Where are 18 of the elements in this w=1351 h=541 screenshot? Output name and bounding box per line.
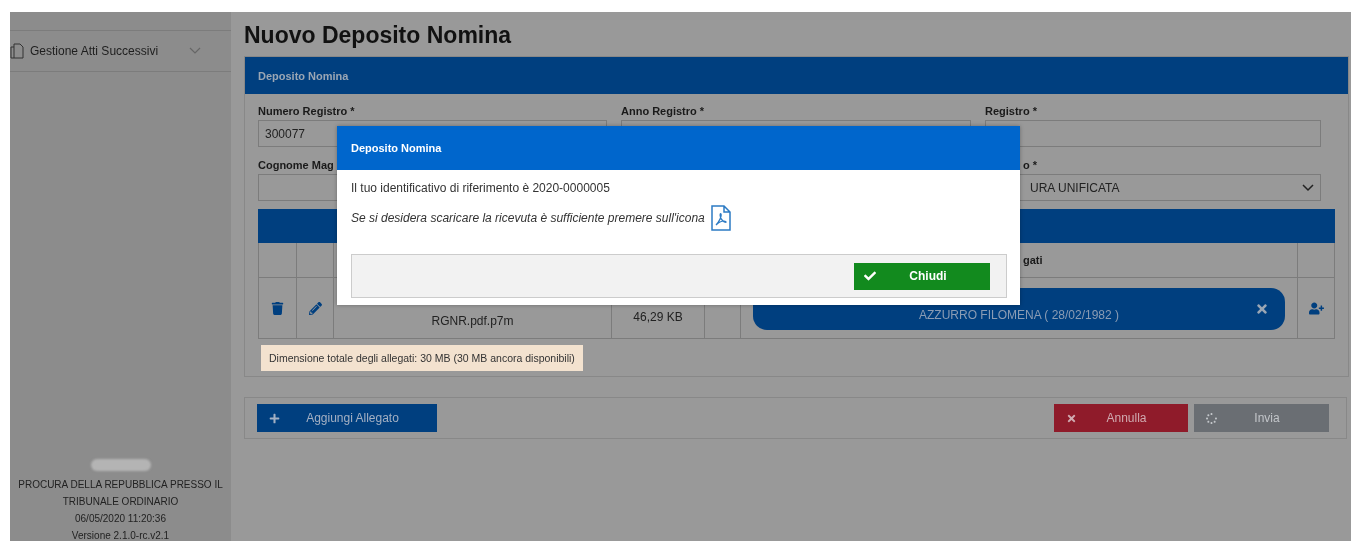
field-label: Registro * <box>985 105 1037 118</box>
file-size: 46,29 KB <box>633 310 683 324</box>
field-label: Numero Registro * <box>258 105 355 118</box>
file-name: RGNR.pdf.p7m <box>431 314 514 328</box>
footer-text: 06/05/2020 11:20:36 <box>75 513 166 524</box>
dialog-message: Il tuo identificativo di riferimento è 2020-0000005 <box>351 181 611 195</box>
column-header: gati <box>1023 254 1043 266</box>
footer-text: Versione 2.1.0-rc.v2.1 <box>71 530 170 541</box>
dialog-hint: Se si desidera scaricare la ricevuta è sufficiente premere sull'icona <box>351 211 705 225</box>
dialog-title: Deposito Nomina <box>351 142 442 154</box>
field-label: Anno Registro * <box>621 105 705 118</box>
field-label: o * <box>1023 159 1038 172</box>
field-label: Cognome Mag <box>258 159 334 172</box>
size-tooltip: Dimensione totale degli allegati: 30 MB (30 MB ancora disponibili) <box>261 345 583 371</box>
panel-title: Deposito Nomina <box>258 69 349 82</box>
footer-text: TRIBUNALE ORDINARIO <box>62 496 179 507</box>
page-title: Nuovo Deposito Nomina <box>244 22 513 48</box>
footer-text: PROCURA DELLA REPUBBLICA PRESSO IL <box>18 479 223 490</box>
